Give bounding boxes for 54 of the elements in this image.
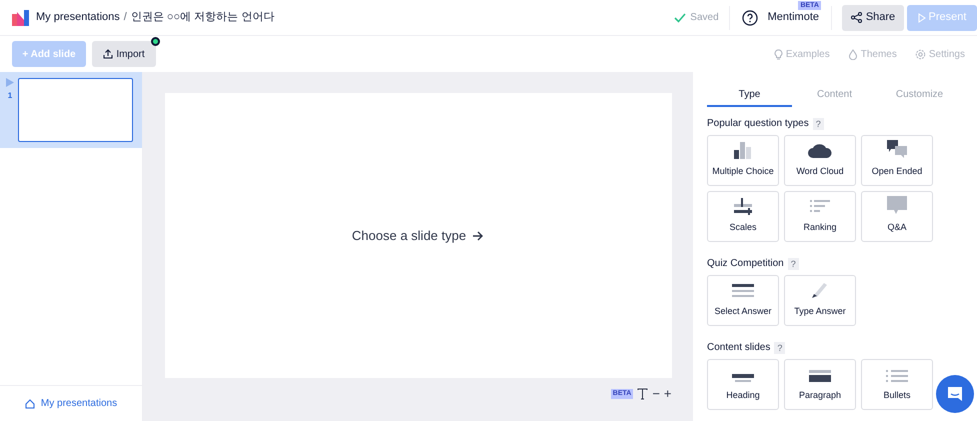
share-button[interactable]: Share	[842, 4, 904, 30]
arrow-right-icon	[472, 230, 484, 240]
slide-type-tile[interactable]: Select Answer	[707, 275, 779, 326]
breadcrumb-link[interactable]: My presentations	[36, 9, 120, 26]
slide-type-tile[interactable]: Bullets	[861, 359, 933, 410]
share-icon	[850, 12, 862, 23]
chat-icon	[946, 386, 964, 402]
lines-icon	[732, 282, 754, 298]
help-icon	[742, 10, 758, 26]
zoom-out-button[interactable]: −	[652, 387, 660, 400]
slide-number: 1	[8, 90, 12, 102]
slide-type-tile[interactable]: Ranking	[784, 191, 856, 242]
speech-bubbles-icon	[886, 138, 908, 158]
ranked-list-icon	[809, 198, 831, 214]
import-button[interactable]: Import	[92, 41, 156, 67]
slide-type-tile[interactable]: Q&A	[861, 191, 933, 242]
slide-type-tile[interactable]: Word Cloud	[784, 135, 856, 186]
presentation-title[interactable]: 인권은 ○○에 저항하는 언어다	[130, 9, 274, 26]
play-icon	[6, 78, 14, 87]
paragraph-icon	[809, 368, 831, 382]
chat-button[interactable]	[936, 375, 974, 413]
section-title: Content slides	[707, 341, 770, 355]
drop-icon	[848, 48, 858, 60]
speech-bubble-icon	[886, 194, 908, 214]
choose-slide-type-link[interactable]: Choose a slide type	[352, 226, 484, 246]
help-badge[interactable]: ?	[812, 118, 824, 130]
sliders-icon	[733, 196, 753, 214]
section-title: Popular question types	[707, 117, 809, 131]
slide-type-tile[interactable]: Paragraph	[784, 359, 856, 410]
slide-row[interactable]: 1	[0, 72, 142, 148]
slide-thumbnail[interactable]	[18, 78, 133, 142]
upload-icon	[103, 49, 114, 59]
my-presentations-link[interactable]: My presentations	[0, 385, 142, 421]
panel-tab[interactable]: Type	[707, 83, 792, 107]
help-badge[interactable]: ?	[774, 342, 786, 354]
play-icon	[918, 12, 926, 22]
lightbulb-icon	[774, 48, 783, 60]
bullet-list-icon	[886, 368, 908, 382]
zoom-in-button[interactable]: +	[664, 387, 672, 400]
home-icon	[24, 398, 35, 408]
slide-type-tile[interactable]: Multiple Choice	[707, 135, 779, 186]
bar-chart-icon	[733, 140, 753, 158]
checkmark-icon	[674, 12, 686, 22]
section-title: Quiz Competition	[707, 257, 784, 271]
slide-type-tile[interactable]: Scales	[707, 191, 779, 242]
logo-icon	[12, 10, 30, 26]
slide-type-tile[interactable]: Heading	[707, 359, 779, 410]
help-badge[interactable]: ?	[788, 258, 799, 270]
slide-type-tile[interactable]: Open Ended	[861, 135, 933, 186]
slide-type-tile[interactable]: Type Answer	[784, 275, 856, 326]
saved-status: Saved	[690, 6, 730, 30]
breadcrumb-separator: /	[124, 10, 127, 26]
text-size-icon[interactable]	[637, 388, 648, 400]
settings-icon	[914, 48, 926, 60]
